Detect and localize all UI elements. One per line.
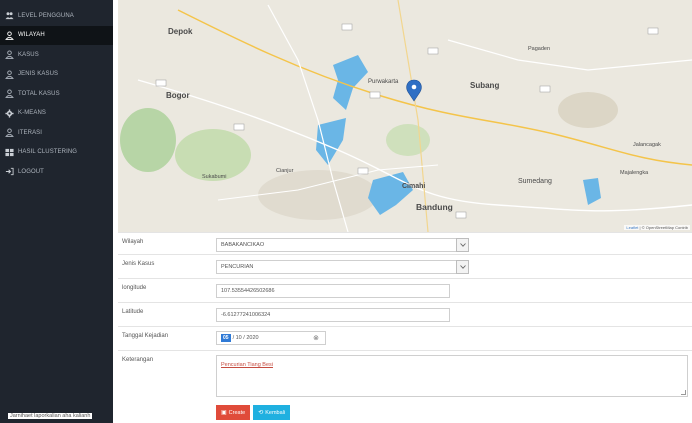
chevron-down-icon[interactable] (456, 238, 469, 252)
user-icon (5, 31, 14, 40)
sidebar-item-iterasi[interactable]: ITERASI (0, 123, 113, 143)
leaflet-link[interactable]: Leaflet (626, 225, 638, 230)
user-icon (5, 70, 14, 79)
map-label-sukabumi: Sukabumi (202, 174, 226, 180)
wilayah-form: Wilayah BABAKANCIKAO Jenis Kasus PENCURI… (118, 232, 692, 420)
map-label-depok: Depok (168, 27, 193, 36)
jenis-kasus-select[interactable]: PENCURIAN (216, 260, 469, 274)
sidebar-item-wilayah[interactable]: WILAYAH (0, 25, 113, 45)
map-attribution: Leaflet | © OpenStreetMap Contrib (624, 225, 690, 230)
back-icon: ⟲ (258, 410, 264, 416)
longitude-label: longitude (122, 285, 147, 291)
map-label-purwakarta: Purwakarta (368, 79, 399, 85)
sidebar-item-hasil-clustering[interactable]: HASIL CLUSTERING (0, 143, 113, 163)
sidebar-item-label: K-MEANS (18, 110, 47, 117)
form-row-longitude: longitude 107.53554426502686 (118, 278, 692, 302)
footer-text: Jarnihaet laporkalian aha kalianh (8, 413, 93, 419)
sidebar: LEVEL PENGGUNA WILAYAH KASUS JENIS KASUS… (0, 0, 113, 423)
latitude-input[interactable]: -6.61277241006324 (216, 308, 450, 322)
keterangan-label: Keterangan (122, 357, 154, 363)
map-view[interactable]: Depok Bogor Purwakarta Subang Cimahi Ban… (118, 0, 692, 232)
sidebar-nav: LEVEL PENGGUNA WILAYAH KASUS JENIS KASUS… (0, 0, 113, 182)
form-row-latitude: Latitude -6.61277241006324 (118, 302, 692, 326)
sidebar-item-level-pengguna[interactable]: LEVEL PENGGUNA (0, 6, 113, 26)
clear-icon[interactable]: ⊗ (313, 334, 319, 343)
sidebar-item-label: TOTAL KASUS (18, 90, 60, 97)
sidebar-item-label: LOGOUT (18, 168, 44, 175)
wilayah-label: Wilayah (122, 239, 144, 245)
chevron-down-icon[interactable] (456, 260, 469, 274)
map-label-bandung: Bandung (416, 202, 453, 212)
sidebar-item-label: WILAYAH (18, 32, 45, 39)
sidebar-item-kasus[interactable]: KASUS (0, 45, 113, 65)
longitude-input[interactable]: 107.53554426502686 (216, 284, 450, 298)
tanggal-label: Tanggal Kejadian (122, 333, 169, 339)
sidebar-item-label: LEVEL PENGGUNA (18, 12, 74, 19)
map-label-sumedang: Sumedang (518, 178, 552, 185)
map-label-majalengka: Majalengka (620, 170, 649, 176)
user-icon (5, 128, 14, 138)
form-actions: ▣ Create ⟲ Kembali (216, 405, 291, 420)
form-row-jenis-kasus: Jenis Kasus PENCURIAN (118, 254, 692, 278)
save-icon: ▣ (221, 410, 227, 416)
keterangan-textarea[interactable]: Pencurian Tiang Besi (216, 355, 688, 397)
form-row-keterangan: Keterangan Pencurian Tiang Besi (118, 350, 692, 404)
sidebar-item-label: ITERASI (18, 129, 43, 136)
map-label-pangandaran: Pagaden (528, 46, 550, 52)
sidebar-item-logout[interactable]: LOGOUT (0, 162, 113, 182)
map-label-subang: Subang (470, 81, 499, 90)
back-button[interactable]: ⟲ Kembali (253, 405, 291, 420)
sidebar-item-label: KASUS (18, 51, 39, 58)
user-icon (5, 89, 14, 99)
wilayah-select[interactable]: BABAKANCIKAO (216, 238, 469, 252)
gear-icon (5, 109, 14, 118)
sidebar-item-jenis-kasus[interactable]: JENIS KASUS (0, 65, 113, 85)
map-label-cimahi: Cimahi (402, 183, 425, 190)
form-row-tanggal: Tanggal Kejadian 05 / 10 / 2020 ⊗ (118, 326, 692, 350)
sidebar-item-k-means[interactable]: K-MEANS (0, 104, 113, 124)
sidebar-item-total-kasus[interactable]: TOTAL KASUS (0, 84, 113, 104)
latitude-label: Latitude (122, 309, 144, 315)
sidebar-item-label: JENIS KASUS (18, 71, 59, 78)
form-row-wilayah: Wilayah BABAKANCIKAO (118, 232, 692, 254)
map-label-jalancagak: Jalancagak (633, 142, 661, 148)
user-icon (5, 50, 14, 60)
create-button[interactable]: ▣ Create (216, 405, 251, 420)
map-label-cianjur: Cianjur (276, 168, 294, 174)
jenis-kasus-label: Jenis Kasus (122, 261, 155, 267)
grid-icon (5, 148, 14, 157)
sidebar-item-label: HASIL CLUSTERING (18, 149, 78, 156)
resize-handle-icon[interactable] (681, 390, 686, 395)
tanggal-date-input[interactable]: 05 / 10 / 2020 ⊗ (216, 331, 326, 345)
date-day-segment[interactable]: 05 (221, 334, 231, 342)
users-icon (5, 11, 14, 20)
date-rest-segment[interactable]: / 10 / 2020 (233, 335, 259, 341)
map-label-bogor: Bogor (166, 91, 190, 100)
logout-icon (5, 167, 14, 176)
